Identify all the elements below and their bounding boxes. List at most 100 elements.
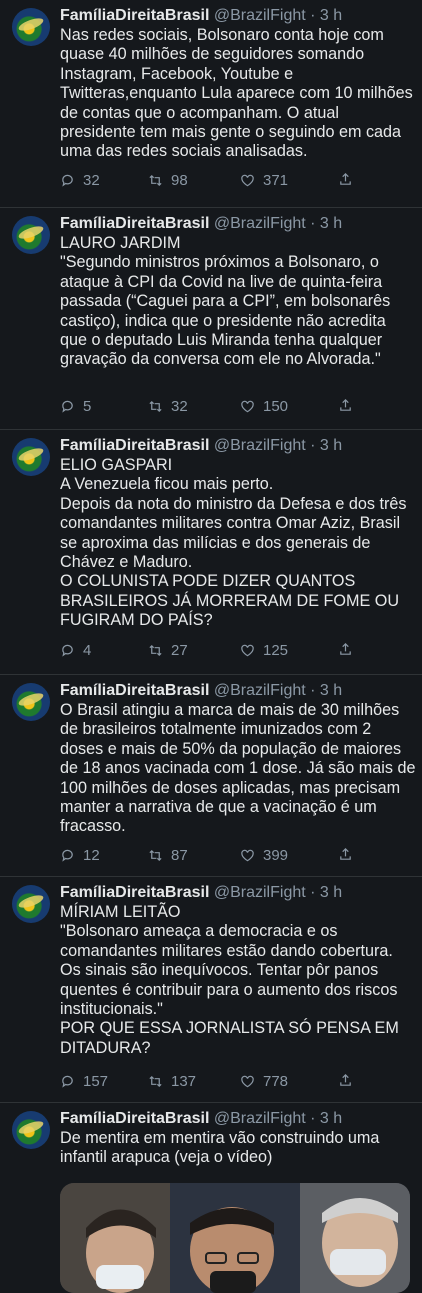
author-handle[interactable]: @BrazilFight (214, 1110, 306, 1127)
timestamp[interactable]: · 3 h (310, 437, 342, 454)
author-name[interactable]: FamíliaDireitaBrasil (60, 7, 209, 24)
tweet[interactable]: FamíliaDireitaBrasil @BrazilFight · 3 h … (0, 0, 422, 208)
retweet-button[interactable]: 27 (148, 642, 188, 659)
tweet-header: FamíliaDireitaBrasil @BrazilFight · 3 h (60, 436, 414, 456)
retweet-count: 32 (171, 398, 188, 415)
author-name[interactable]: FamíliaDireitaBrasil (60, 215, 209, 232)
tweet-text: MÍRIAM LEITÃO "Bolsonaro ameaça a democr… (60, 903, 399, 1057)
tweet-actions: 32 98 371 (60, 172, 400, 192)
like-button[interactable]: 150 (240, 398, 288, 415)
like-button[interactable]: 399 (240, 847, 288, 864)
reply-button[interactable]: 4 (60, 642, 91, 659)
tweet-header: FamíliaDireitaBrasil @BrazilFight · 3 h (60, 681, 414, 701)
author-name[interactable]: FamíliaDireitaBrasil (60, 682, 209, 699)
like-button[interactable]: 125 (240, 642, 288, 659)
avatar[interactable] (12, 216, 50, 254)
retweet-button[interactable]: 137 (148, 1073, 196, 1090)
share-icon (340, 643, 351, 655)
like-count: 150 (263, 398, 289, 415)
tweet-header: FamíliaDireitaBrasil @BrazilFight · 3 h (60, 1109, 414, 1129)
like-count: 371 (263, 172, 289, 189)
author-name[interactable]: FamíliaDireitaBrasil (60, 884, 209, 901)
retweet-button[interactable]: 87 (148, 847, 188, 864)
avatar[interactable] (12, 438, 50, 476)
tweet-actions: 12 87 399 (60, 847, 400, 867)
author-handle[interactable]: @BrazilFight (214, 437, 306, 454)
tweet-header: FamíliaDireitaBrasil @BrazilFight · 3 h (60, 6, 414, 26)
timestamp[interactable]: · 3 h (310, 1110, 342, 1127)
share-button[interactable] (338, 172, 353, 187)
timestamp[interactable]: · 3 h (310, 884, 342, 901)
tweet-text: LAURO JARDIM "Segundo ministros próximos… (60, 234, 391, 369)
timestamp[interactable]: · 3 h (310, 682, 342, 699)
retweet-button[interactable]: 98 (148, 172, 188, 189)
heart-icon (241, 849, 254, 862)
avatar[interactable] (12, 885, 50, 923)
heart-icon (241, 1075, 254, 1088)
heart-icon (241, 400, 254, 413)
tweet-actions: 157 137 778 (60, 1073, 400, 1093)
share-icon (340, 1074, 351, 1086)
author-name[interactable]: FamíliaDireitaBrasil (60, 437, 209, 454)
tweet[interactable]: FamíliaDireitaBrasil @BrazilFight · 3 h … (0, 208, 422, 430)
author-handle[interactable]: @BrazilFight (214, 215, 306, 232)
retweet-count: 87 (171, 847, 188, 864)
tweet-text: ELIO GASPARI A Venezuela ficou mais pert… (60, 456, 407, 630)
tweet[interactable]: FamíliaDireitaBrasil @BrazilFight · 3 h … (0, 1103, 422, 1293)
retweet-count: 137 (171, 1073, 197, 1090)
reply-button[interactable]: 32 (60, 172, 100, 189)
reply-count: 32 (83, 172, 100, 189)
reply-button[interactable]: 157 (60, 1073, 108, 1090)
like-button[interactable]: 778 (240, 1073, 288, 1090)
avatar[interactable] (12, 8, 50, 46)
reply-icon (62, 849, 73, 862)
retweet-button[interactable]: 32 (148, 398, 188, 415)
tweet[interactable]: FamíliaDireitaBrasil @BrazilFight · 3 h … (0, 430, 422, 675)
share-button[interactable] (338, 642, 353, 657)
tweet-text: O Brasil atingiu a marca de mais de 30 m… (60, 701, 416, 836)
tweet[interactable]: FamíliaDireitaBrasil @BrazilFight · 3 h … (0, 877, 422, 1103)
share-icon (340, 848, 351, 860)
tweet-actions: 5 32 150 (60, 398, 400, 418)
retweet-icon (149, 400, 162, 413)
like-count: 778 (263, 1073, 289, 1090)
tweet-actions: 4 27 125 (60, 642, 400, 662)
share-icon (340, 173, 351, 185)
avatar[interactable] (12, 1111, 50, 1149)
retweet-count: 98 (171, 172, 188, 189)
reply-count: 157 (83, 1073, 109, 1090)
reply-icon (62, 400, 73, 413)
author-handle[interactable]: @BrazilFight (214, 682, 306, 699)
retweet-icon (149, 849, 162, 862)
like-count: 125 (263, 642, 289, 659)
tweet-text: De mentira em mentira vão construindo um… (60, 1129, 380, 1167)
tweet-header: FamíliaDireitaBrasil @BrazilFight · 3 h (60, 214, 414, 234)
retweet-icon (149, 644, 162, 657)
reply-button[interactable]: 12 (60, 847, 100, 864)
reply-count: 4 (83, 642, 92, 659)
reply-count: 5 (83, 398, 92, 415)
reply-icon (62, 644, 73, 657)
like-count: 399 (263, 847, 289, 864)
share-button[interactable] (338, 398, 353, 413)
timestamp[interactable]: · 3 h (310, 215, 342, 232)
retweet-icon (149, 174, 162, 187)
heart-icon (241, 174, 254, 187)
share-icon (340, 399, 351, 411)
like-button[interactable]: 371 (240, 172, 288, 189)
tweet[interactable]: FamíliaDireitaBrasil @BrazilFight · 3 h … (0, 675, 422, 877)
reply-icon (62, 174, 73, 187)
share-button[interactable] (338, 847, 353, 862)
timestamp[interactable]: · 3 h (310, 7, 342, 24)
reply-icon (62, 1075, 73, 1088)
retweet-icon (149, 1075, 162, 1088)
video-frame-image (60, 1183, 410, 1293)
video-thumbnail[interactable] (60, 1183, 410, 1293)
author-handle[interactable]: @BrazilFight (214, 884, 306, 901)
reply-button[interactable]: 5 (60, 398, 91, 415)
author-handle[interactable]: @BrazilFight (214, 7, 306, 24)
avatar[interactable] (12, 683, 50, 721)
author-name[interactable]: FamíliaDireitaBrasil (60, 1110, 209, 1127)
tweet-header: FamíliaDireitaBrasil @BrazilFight · 3 h (60, 883, 414, 903)
share-button[interactable] (338, 1073, 353, 1088)
